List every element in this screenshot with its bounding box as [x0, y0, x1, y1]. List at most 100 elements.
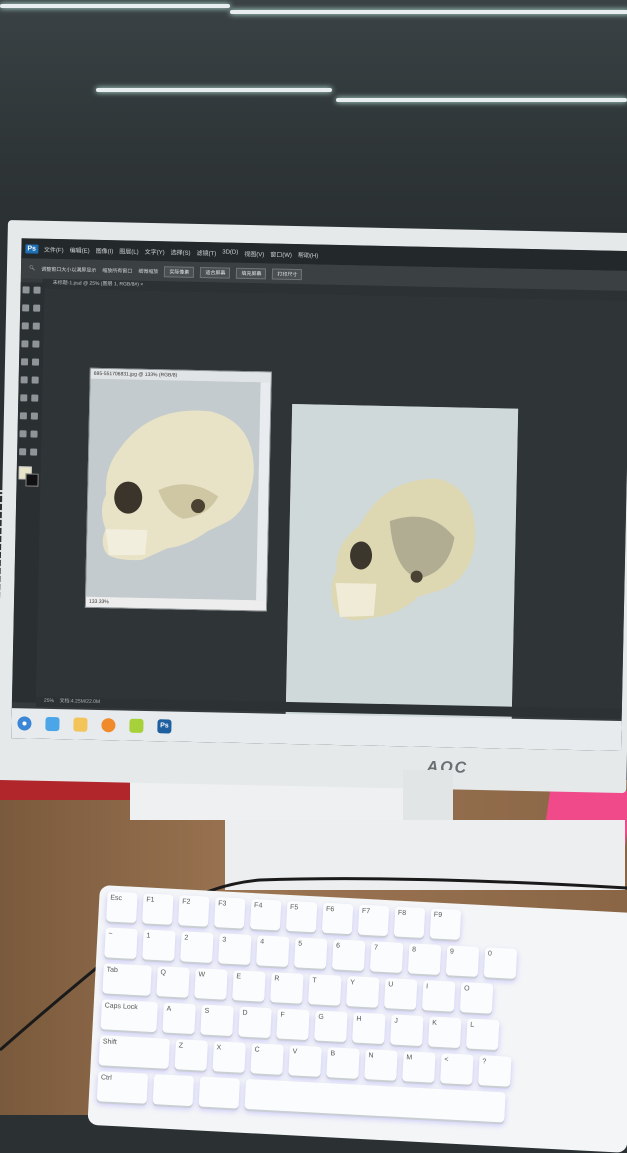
lasso-tool-icon[interactable]: [22, 304, 30, 312]
key-d[interactable]: D: [238, 1006, 272, 1039]
key-e[interactable]: E: [232, 970, 266, 1002]
key-a[interactable]: A: [162, 1002, 196, 1035]
key-f9[interactable]: F9: [429, 908, 462, 940]
menu-select[interactable]: 选择(S): [171, 247, 191, 256]
key-o[interactable]: O: [459, 982, 494, 1014]
chat-icon[interactable]: [129, 718, 144, 733]
key-t[interactable]: T: [308, 974, 342, 1006]
menu-type[interactable]: 文字(Y): [145, 246, 165, 255]
menu-3d[interactable]: 3D(D): [222, 249, 238, 255]
key-ctrl[interactable]: Ctrl: [96, 1071, 149, 1104]
ie-icon[interactable]: [45, 716, 60, 732]
key-f5[interactable]: F5: [285, 900, 318, 933]
path-select-icon[interactable]: [19, 430, 27, 438]
eraser-tool-icon[interactable]: [20, 376, 28, 384]
healing-tool-icon[interactable]: [21, 340, 29, 348]
key-question[interactable]: ?: [478, 1055, 512, 1087]
key-shift[interactable]: Shift: [98, 1035, 171, 1069]
eyedropper-tool-icon[interactable]: [32, 322, 40, 330]
key-q[interactable]: Q: [156, 966, 190, 998]
key-4[interactable]: 4: [256, 935, 290, 967]
menu-help[interactable]: 帮助(H): [298, 250, 319, 259]
dodge-tool-icon[interactable]: [31, 394, 39, 402]
reference-document-window[interactable]: 695-551706831.jpg @ 133% (RGB/8) 133.33%: [84, 367, 272, 612]
key-v[interactable]: V: [288, 1045, 322, 1077]
key-tab[interactable]: Tab: [102, 963, 152, 996]
key-tilde[interactable]: ~: [104, 927, 138, 959]
zoom-tool-icon[interactable]: [30, 448, 38, 456]
key-1[interactable]: 1: [142, 929, 176, 961]
color-swatches[interactable]: [18, 466, 39, 487]
folder-icon[interactable]: [73, 717, 88, 732]
key-f6[interactable]: F6: [321, 902, 354, 935]
key-2[interactable]: 2: [180, 931, 214, 963]
key-space[interactable]: [244, 1078, 506, 1123]
key-i[interactable]: I: [421, 980, 456, 1012]
hand-tool-icon[interactable]: [19, 448, 27, 456]
menu-filter[interactable]: 滤镜(T): [197, 247, 217, 256]
key-f8[interactable]: F8: [393, 906, 426, 939]
key-alt[interactable]: [198, 1076, 241, 1109]
key-9[interactable]: 9: [445, 945, 480, 977]
key-r[interactable]: R: [270, 972, 304, 1004]
key-b[interactable]: B: [326, 1047, 360, 1079]
fill-screen-button[interactable]: 填充屏幕: [236, 267, 267, 279]
key-comma[interactable]: <: [440, 1053, 474, 1085]
key-m[interactable]: M: [402, 1051, 436, 1083]
painting-canvas[interactable]: [285, 403, 519, 725]
stamp-tool-icon[interactable]: [20, 358, 29, 366]
option-resize-windows[interactable]: 调整窗口大小以满屏显示: [41, 265, 96, 273]
move-tool-icon[interactable]: [22, 286, 30, 294]
key-h[interactable]: H: [352, 1012, 386, 1045]
crop-tool-icon[interactable]: [21, 322, 29, 330]
key-5[interactable]: 5: [293, 937, 328, 969]
key-l[interactable]: L: [465, 1018, 500, 1051]
key-f[interactable]: F: [276, 1008, 310, 1041]
option-scrubby-zoom[interactable]: 细微缩放: [138, 267, 158, 274]
pen-tool-icon[interactable]: [19, 412, 27, 420]
key-k[interactable]: K: [428, 1016, 462, 1049]
key-c[interactable]: C: [250, 1043, 284, 1075]
menu-edit[interactable]: 编辑(E): [70, 245, 90, 254]
key-f2[interactable]: F2: [178, 895, 210, 927]
windows-key-icon[interactable]: [152, 1074, 195, 1107]
key-u[interactable]: U: [383, 978, 418, 1010]
key-f3[interactable]: F3: [213, 897, 246, 929]
zoom-tool-icon[interactable]: 🔍︎: [29, 265, 35, 271]
menu-layer[interactable]: 图层(L): [119, 246, 139, 255]
key-x[interactable]: X: [212, 1041, 246, 1073]
start-icon[interactable]: [17, 716, 32, 731]
blur-tool-icon[interactable]: [20, 394, 28, 402]
menu-window[interactable]: 窗口(W): [270, 249, 292, 258]
photoshop-taskbar-icon[interactable]: Ps: [157, 719, 172, 734]
fit-screen-button[interactable]: 适合屏幕: [200, 266, 231, 279]
key-esc[interactable]: Esc: [106, 891, 138, 923]
key-6[interactable]: 6: [331, 939, 366, 971]
brush-tool-icon[interactable]: [32, 340, 40, 348]
key-0[interactable]: 0: [483, 947, 518, 979]
key-f7[interactable]: F7: [357, 904, 390, 937]
key-g[interactable]: G: [314, 1010, 348, 1043]
key-f4[interactable]: F4: [249, 898, 282, 931]
type-tool-icon[interactable]: [30, 412, 38, 420]
magic-wand-tool-icon[interactable]: [33, 304, 41, 312]
key-j[interactable]: J: [390, 1014, 424, 1047]
history-brush-icon[interactable]: [31, 358, 40, 366]
shape-tool-icon[interactable]: [30, 430, 38, 438]
menu-file[interactable]: 文件(F): [44, 244, 64, 253]
key-caps-lock[interactable]: Caps Lock: [100, 999, 158, 1033]
key-w[interactable]: W: [194, 968, 228, 1000]
key-7[interactable]: 7: [369, 941, 404, 973]
key-8[interactable]: 8: [407, 943, 442, 975]
option-zoom-all[interactable]: 缩放所有窗口: [102, 266, 132, 274]
key-s[interactable]: S: [200, 1004, 234, 1037]
key-3[interactable]: 3: [218, 933, 252, 965]
key-n[interactable]: N: [364, 1049, 398, 1081]
actual-pixels-button[interactable]: 实际像素: [164, 265, 195, 278]
key-f1[interactable]: F1: [142, 893, 174, 925]
gradient-tool-icon[interactable]: [31, 376, 39, 384]
key-z[interactable]: Z: [174, 1039, 208, 1071]
key-y[interactable]: Y: [346, 976, 380, 1008]
menu-view[interactable]: 视图(V): [244, 248, 264, 257]
media-icon[interactable]: [101, 718, 116, 733]
